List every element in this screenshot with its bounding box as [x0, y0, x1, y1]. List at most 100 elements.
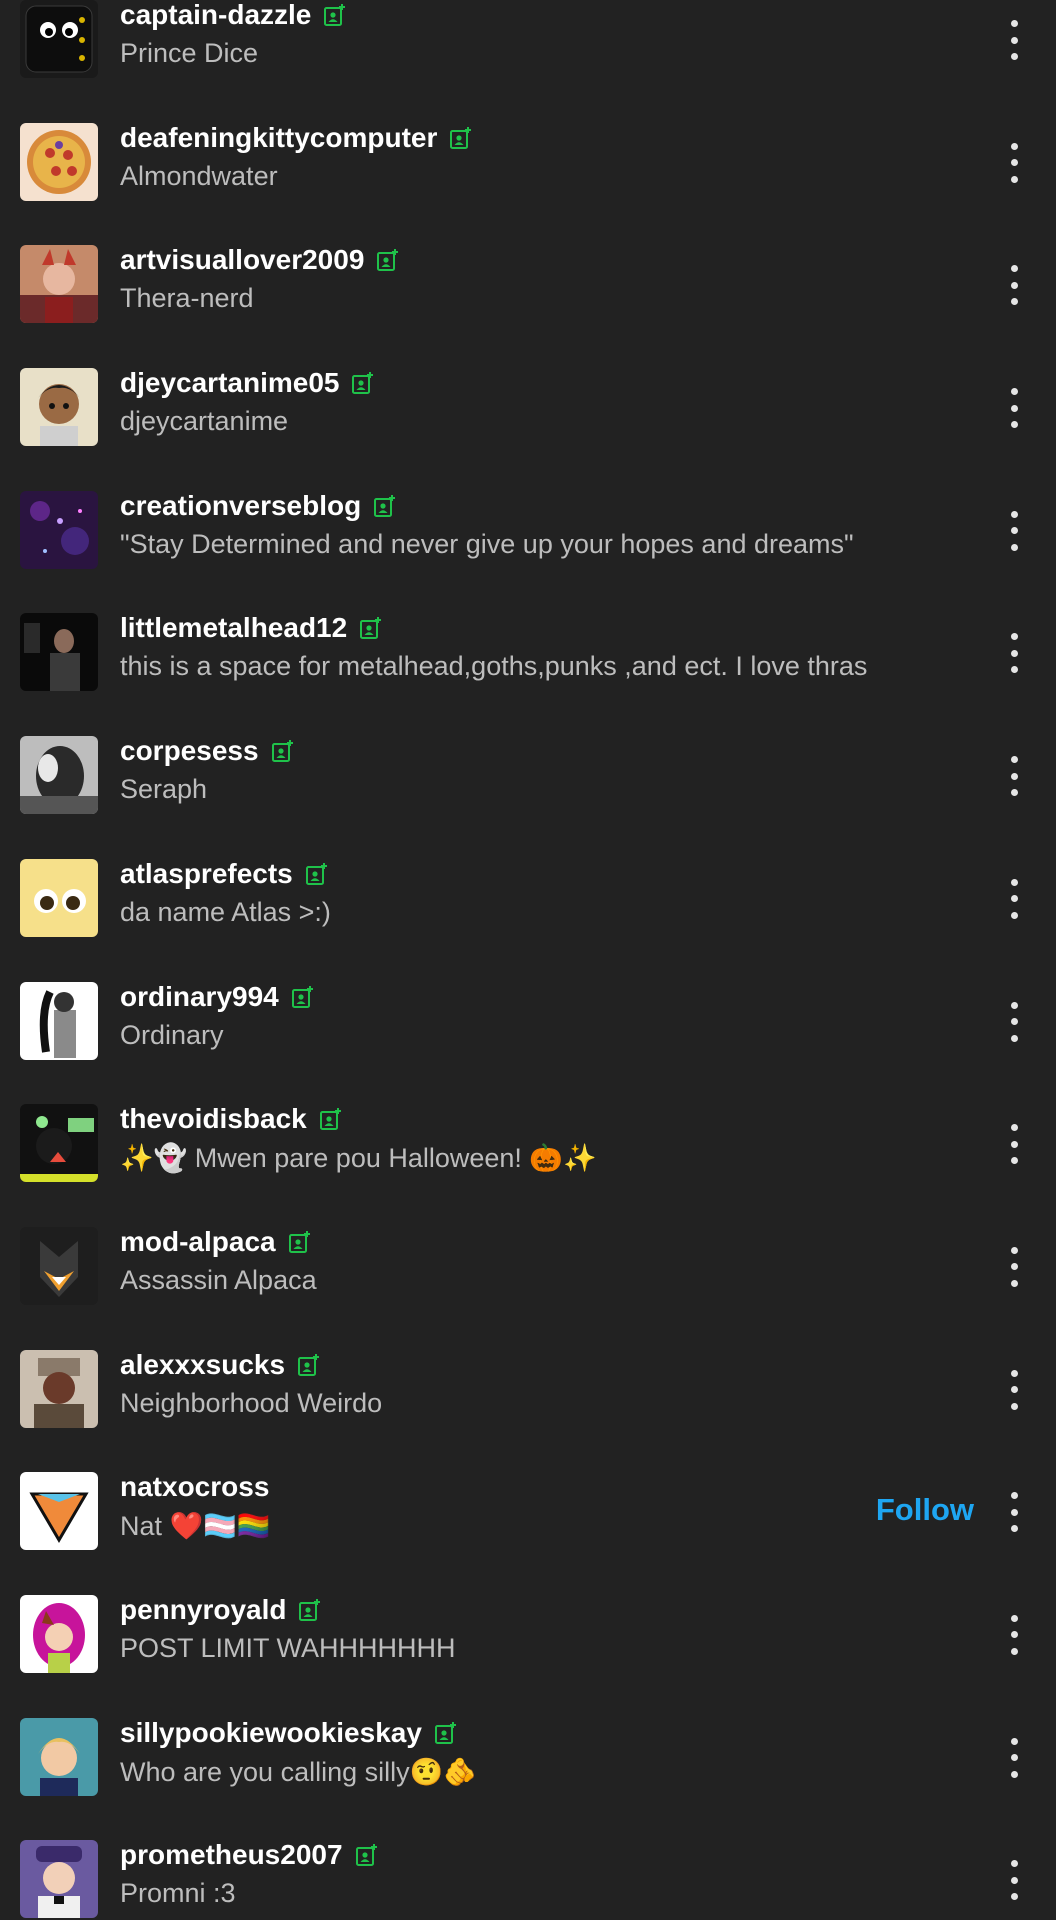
name-line: alexxxsucks: [120, 1346, 321, 1384]
username[interactable]: djeycartanime05: [120, 367, 339, 399]
more-options-icon[interactable]: [1002, 1492, 1026, 1533]
name-line: pennyroyald: [120, 1591, 322, 1629]
avatar[interactable]: [20, 0, 98, 78]
username[interactable]: prometheus2007: [120, 1839, 343, 1871]
mutual-follow-icon: [297, 1353, 321, 1377]
blog-title: "Stay Determined and never give up your …: [120, 528, 854, 559]
blog-title: Seraph: [120, 774, 208, 805]
more-options-icon[interactable]: [1002, 1246, 1026, 1287]
name-line: deafeningkittycomputer: [120, 119, 473, 157]
blog-row[interactable]: natxocross Nat ❤️🏳️‍⚧️🏳️‍🌈 Follow: [0, 1452, 1056, 1575]
mutual-follow-icon: [373, 494, 397, 518]
blog-row[interactable]: creationverseblog "Stay Determined and ne…: [0, 471, 1056, 594]
blog-row[interactable]: pennyroyald POST LIMIT WAHHHHHHH: [0, 1575, 1056, 1698]
name-line: ordinary994: [120, 978, 315, 1016]
avatar[interactable]: [20, 368, 98, 447]
blog-row[interactable]: mod-alpaca Assassin Alpaca: [0, 1207, 1056, 1330]
mutual-follow-icon: [449, 126, 473, 150]
name-line: djeycartanime05: [120, 364, 375, 402]
username[interactable]: natxocross: [120, 1471, 269, 1503]
follow-button[interactable]: Follow: [876, 1492, 974, 1528]
blog-row[interactable]: ordinary994 Ordinary: [0, 962, 1056, 1085]
username[interactable]: pennyroyald: [120, 1594, 286, 1626]
mutual-follow-icon: [376, 248, 400, 272]
mutual-follow-icon: [305, 862, 329, 886]
name-line: captain-dazzle: [120, 0, 347, 34]
username[interactable]: atlasprefects: [120, 858, 293, 890]
blog-title: djeycartanime: [120, 406, 289, 437]
username[interactable]: corpesess: [120, 735, 259, 767]
more-options-icon[interactable]: [1002, 1124, 1026, 1165]
avatar[interactable]: [20, 1226, 98, 1305]
avatar[interactable]: [20, 981, 98, 1060]
more-options-icon[interactable]: [1002, 142, 1026, 183]
name-line: natxocross: [120, 1468, 269, 1506]
blog-row[interactable]: captain-dazzle Prince Dice: [0, 0, 1056, 103]
username[interactable]: sillypookiewookieskay: [120, 1717, 422, 1749]
username[interactable]: deafeningkittycomputer: [120, 122, 437, 154]
more-options-icon[interactable]: [1002, 633, 1026, 674]
name-line: littlemetalhead12: [120, 609, 383, 647]
mutual-follow-icon: [323, 3, 347, 27]
more-options-icon[interactable]: [1002, 1369, 1026, 1410]
avatar[interactable]: [20, 1840, 98, 1919]
blog-row[interactable]: prometheus2007 Promni :3: [0, 1820, 1056, 1920]
more-options-icon[interactable]: [1002, 1614, 1026, 1655]
username[interactable]: captain-dazzle: [120, 0, 311, 31]
blog-row[interactable]: sillypookiewookieskay Who are you calling…: [0, 1698, 1056, 1821]
blog-title: Who are you calling silly🤨🫵: [120, 1756, 477, 1787]
blog-title: Thera-nerd: [120, 283, 254, 314]
blog-row[interactable]: alexxxsucks Neighborhood Weirdo: [0, 1330, 1056, 1453]
blog-row[interactable]: littlemetalhead12 this is a space for met…: [0, 593, 1056, 716]
mutual-follow-icon: [291, 985, 315, 1009]
username[interactable]: artvisuallover2009: [120, 244, 364, 276]
name-line: sillypookiewookieskay: [120, 1714, 458, 1752]
blog-row[interactable]: deafeningkittycomputer Almondwater: [0, 103, 1056, 226]
mutual-follow-icon: [288, 1230, 312, 1254]
mutual-follow-icon: [434, 1721, 458, 1745]
username[interactable]: littlemetalhead12: [120, 612, 347, 644]
blog-row[interactable]: atlasprefects da name Atlas >:): [0, 839, 1056, 962]
mutual-follow-icon: [351, 371, 375, 395]
mutual-follow-icon: [355, 1843, 379, 1867]
more-options-icon[interactable]: [1002, 20, 1026, 60]
avatar[interactable]: [20, 1717, 98, 1796]
blog-title: ✨👻 Mwen pare pou Halloween! 🎃✨: [120, 1143, 597, 1174]
avatar[interactable]: [20, 1349, 98, 1428]
more-options-icon[interactable]: [1002, 1737, 1026, 1778]
name-line: atlasprefects: [120, 855, 329, 893]
more-options-icon[interactable]: [1002, 878, 1026, 919]
avatar[interactable]: [20, 858, 98, 937]
username[interactable]: alexxxsucks: [120, 1349, 285, 1381]
avatar[interactable]: [20, 245, 98, 324]
username[interactable]: thevoidisback: [120, 1103, 307, 1135]
blog-row[interactable]: corpesess Seraph: [0, 716, 1056, 839]
avatar[interactable]: [20, 1104, 98, 1183]
blog-list: captain-dazzle Prince Dice deafeningkittyc…: [0, 0, 1056, 1920]
more-options-icon[interactable]: [1002, 388, 1026, 429]
more-options-icon[interactable]: [1002, 510, 1026, 551]
avatar[interactable]: [20, 1594, 98, 1673]
avatar[interactable]: [20, 490, 98, 569]
blog-row[interactable]: artvisuallover2009 Thera-nerd: [0, 225, 1056, 348]
more-options-icon[interactable]: [1002, 1001, 1026, 1042]
blog-title: Ordinary: [120, 1019, 224, 1050]
more-options-icon[interactable]: [1002, 265, 1026, 306]
blog-title: Neighborhood Weirdo: [120, 1387, 383, 1418]
avatar[interactable]: [20, 613, 98, 692]
more-options-icon[interactable]: [1002, 1860, 1026, 1901]
avatar[interactable]: [20, 1472, 98, 1551]
more-options-icon[interactable]: [1002, 756, 1026, 797]
name-line: artvisuallover2009: [120, 241, 400, 279]
avatar[interactable]: [20, 736, 98, 815]
name-line: creationverseblog: [120, 487, 397, 525]
blog-title: Almondwater: [120, 160, 278, 191]
blog-row[interactable]: thevoidisback ✨👻 Mwen pare pou Halloween!…: [0, 1084, 1056, 1207]
mutual-follow-icon: [271, 739, 295, 763]
username[interactable]: creationverseblog: [120, 490, 361, 522]
username[interactable]: mod-alpaca: [120, 1226, 276, 1258]
name-line: thevoidisback: [120, 1100, 343, 1138]
username[interactable]: ordinary994: [120, 981, 279, 1013]
avatar[interactable]: [20, 122, 98, 201]
blog-row[interactable]: djeycartanime05 djeycartanime: [0, 348, 1056, 471]
